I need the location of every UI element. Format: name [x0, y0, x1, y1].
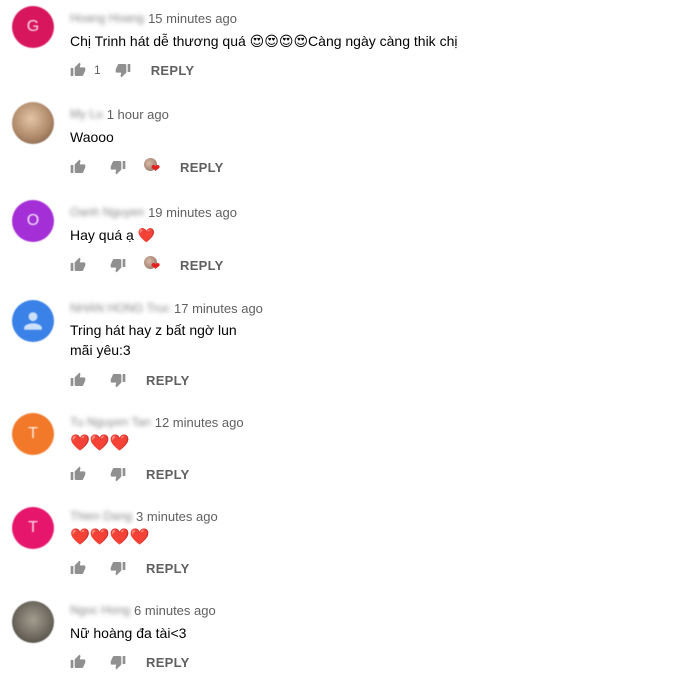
avatar[interactable] [12, 102, 54, 144]
comment-text: Waooo [70, 129, 114, 145]
author-name[interactable]: Tu Nguyen Tan [70, 415, 151, 429]
comment-item: Ngoc Hong 6 minutes ago Nữ hoàng đa tài<… [0, 595, 700, 684]
thumbs-up-icon[interactable] [70, 560, 86, 576]
reply-button[interactable]: REPLY [144, 369, 192, 392]
comment-item: NHAN HONG Truc 17 minutes ago Tring hát … [0, 292, 700, 407]
avatar[interactable]: O [12, 200, 54, 242]
comment-header: Ngoc Hong 6 minutes ago [70, 602, 216, 618]
comment-header: Oanh Nguyen 19 minutes ago [70, 204, 237, 220]
comment-actions: REPLY [70, 650, 192, 674]
comment-item: O Oanh Nguyen 19 minutes ago Hay quá ạ ❤… [0, 194, 700, 292]
comment-item: T Tu Nguyen Tan 12 minutes ago ❤️❤️❤️ RE… [0, 407, 700, 501]
avatar[interactable]: T [12, 413, 54, 455]
thumbs-up-icon[interactable] [70, 372, 86, 388]
reply-button[interactable]: REPLY [178, 254, 226, 277]
comment-header: Hoang Hoang 15 minutes ago [70, 10, 237, 26]
avatar[interactable]: T [12, 507, 54, 549]
comment-text: ❤️❤️❤️ [70, 435, 130, 452]
comment-actions: ❤ REPLY [70, 253, 226, 277]
author-name[interactable]: NHAN HONG Truc [70, 301, 170, 315]
author-name[interactable]: Ngoc Hong [70, 603, 130, 617]
thumbs-down-icon[interactable] [115, 62, 131, 78]
comment-header: Tu Nguyen Tan 12 minutes ago [70, 414, 244, 430]
reply-button[interactable]: REPLY [144, 463, 192, 486]
comment-header: My Lu 1 hour ago [70, 106, 169, 122]
creator-heart-badge: ❤ [144, 158, 162, 176]
comment-text: Chị Trinh hát dễ thương quá 😍😍😍😍Càng ngà… [70, 33, 458, 49]
author-name[interactable]: Hoang Hoang [70, 11, 144, 25]
reply-button[interactable]: REPLY [178, 156, 226, 179]
comment-actions: REPLY [70, 462, 192, 486]
heart-icon: ❤ [151, 163, 161, 175]
thumbs-up-icon[interactable] [70, 62, 86, 78]
thumbs-up-icon[interactable] [70, 654, 86, 670]
thumbs-up-icon[interactable] [70, 159, 86, 175]
comment-time[interactable]: 19 minutes ago [148, 205, 237, 220]
creator-heart-badge: ❤ [144, 256, 162, 274]
reply-button[interactable]: REPLY [144, 557, 192, 580]
comment-time[interactable]: 17 minutes ago [174, 301, 263, 316]
avatar[interactable]: G [12, 6, 54, 48]
author-name[interactable]: Oanh Nguyen [70, 205, 144, 219]
comment-header: NHAN HONG Truc 17 minutes ago [70, 300, 263, 316]
comment-text: ❤️❤️❤️❤️ [70, 529, 150, 546]
comment-actions: REPLY [70, 556, 192, 580]
author-name[interactable]: Thien Dang [70, 509, 132, 523]
comment-text: Hay quá ạ ❤️ [70, 227, 156, 243]
thumbs-down-icon[interactable] [110, 466, 126, 482]
thumbs-up-icon[interactable] [70, 466, 86, 482]
comment-time[interactable]: 3 minutes ago [136, 509, 218, 524]
author-name[interactable]: My Lu [70, 107, 103, 121]
thumbs-up-icon[interactable] [70, 257, 86, 273]
avatar[interactable] [12, 300, 54, 342]
comment-actions: ❤ REPLY [70, 155, 226, 179]
comment-header: Thien Dang 3 minutes ago [70, 508, 218, 524]
thumbs-down-icon[interactable] [110, 654, 126, 670]
thumbs-down-icon[interactable] [110, 257, 126, 273]
thumbs-down-icon[interactable] [110, 560, 126, 576]
thumbs-down-icon[interactable] [110, 372, 126, 388]
default-user-icon [24, 312, 42, 330]
comment-text: Tring hát hay z bất ngờ lun mãi yêu:3 [70, 322, 237, 358]
comment-item: T Thien Dang 3 minutes ago ❤️❤️❤️❤️ REPL… [0, 501, 700, 595]
avatar[interactable] [12, 601, 54, 643]
comment-time[interactable]: 12 minutes ago [155, 415, 244, 430]
like-count: 1 [94, 63, 101, 77]
comment-item: My Lu 1 hour ago Waooo ❤ REPLY [0, 96, 700, 194]
thumbs-down-icon[interactable] [110, 159, 126, 175]
comment-text: Nữ hoàng đa tài<3 [70, 625, 187, 641]
comment-item: G Hoang Hoang 15 minutes ago Chị Trinh h… [0, 0, 700, 96]
reply-button[interactable]: REPLY [149, 59, 197, 82]
reply-button[interactable]: REPLY [144, 651, 192, 674]
comment-time[interactable]: 15 minutes ago [148, 11, 237, 26]
comment-time[interactable]: 6 minutes ago [134, 603, 216, 618]
heart-icon: ❤ [151, 261, 161, 273]
comment-actions: 1 REPLY [70, 58, 196, 82]
comment-time[interactable]: 1 hour ago [107, 107, 169, 122]
comment-actions: REPLY [70, 368, 192, 392]
